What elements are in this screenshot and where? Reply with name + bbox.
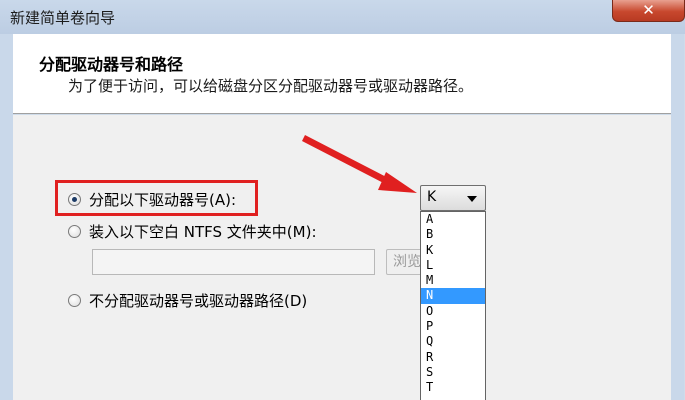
annotation-arrow-icon — [302, 135, 417, 193]
